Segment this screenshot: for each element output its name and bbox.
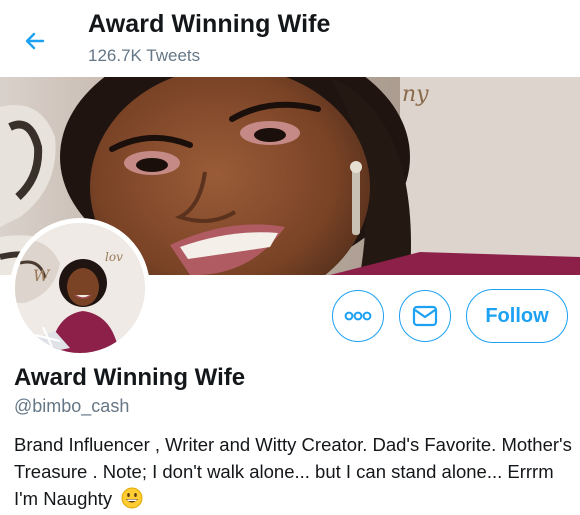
bio-text: Brand Influencer , Writer and Witty Crea… bbox=[14, 434, 572, 509]
svg-text:W: W bbox=[33, 266, 51, 285]
more-options-button[interactable] bbox=[332, 290, 384, 342]
profile-bio: Brand Influencer , Writer and Witty Crea… bbox=[14, 431, 574, 512]
svg-text:ny: ny bbox=[402, 82, 429, 107]
header-title: Award Winning Wife bbox=[88, 10, 331, 38]
avatar: W lov bbox=[15, 223, 145, 353]
avatar-photo: W lov bbox=[15, 223, 145, 353]
top-bar: Award Winning Wife 126.7K Tweets bbox=[0, 0, 580, 77]
message-button[interactable] bbox=[399, 290, 451, 342]
svg-text:lov: lov bbox=[105, 250, 123, 264]
tweet-count: 126.7K Tweets bbox=[88, 46, 201, 65]
grinning-face-emoji bbox=[121, 487, 143, 509]
user-handle: @bimbo_cash bbox=[14, 396, 130, 416]
profile-avatar[interactable]: W lov bbox=[10, 218, 150, 358]
follow-button[interactable]: Follow bbox=[466, 289, 568, 343]
back-button[interactable] bbox=[18, 24, 52, 58]
display-name: Award Winning Wife bbox=[14, 364, 246, 391]
envelope-icon bbox=[412, 305, 438, 327]
more-options-icon bbox=[344, 311, 372, 321]
arrow-left-icon bbox=[25, 32, 45, 50]
